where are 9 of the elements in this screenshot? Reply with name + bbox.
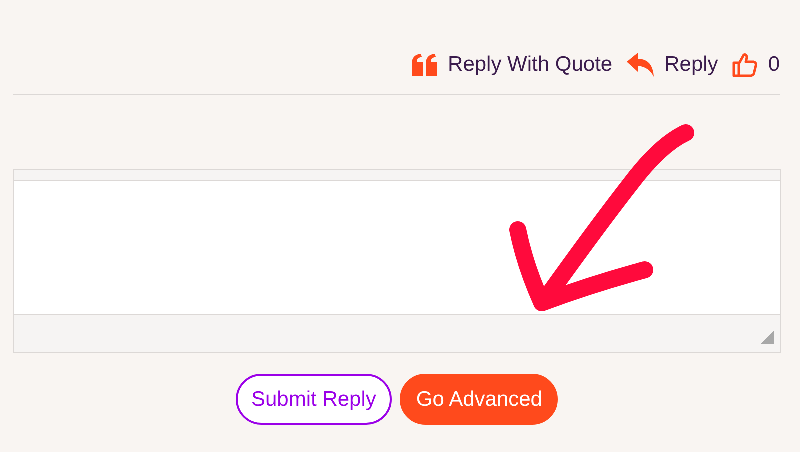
quote-icon xyxy=(412,54,438,76)
submit-reply-button[interactable]: Submit Reply xyxy=(236,374,392,425)
reply-text-field[interactable] xyxy=(14,181,780,314)
resize-handle-icon[interactable] xyxy=(761,331,774,344)
reply-button[interactable]: Reply xyxy=(626,49,718,81)
like-button[interactable]: 0 xyxy=(732,49,780,81)
reply-arrow-icon xyxy=(626,53,655,77)
thumbs-up-icon xyxy=(732,52,758,78)
reply-with-quote-button[interactable]: Reply With Quote xyxy=(412,49,613,81)
